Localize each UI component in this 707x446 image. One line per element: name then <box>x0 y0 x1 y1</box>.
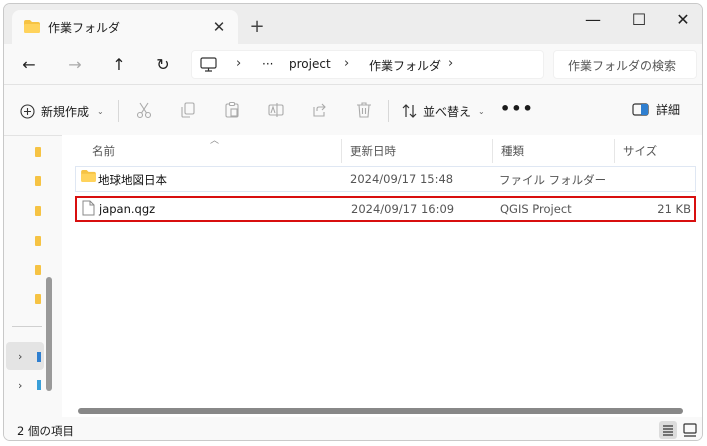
new-button[interactable]: 新規作成 ⌄ <box>20 100 104 122</box>
details-pane-icon <box>632 103 649 116</box>
chevron-down-icon: ⌄ <box>478 106 485 116</box>
search-box[interactable]: 作業フォルダの検索 <box>553 50 697 79</box>
nav-folder-icon[interactable] <box>35 206 41 216</box>
expand-chevron-icon[interactable]: › <box>18 379 22 392</box>
sort-button[interactable]: 並べ替え ⌄ <box>402 100 485 122</box>
tab-title: 作業フォルダ <box>48 21 121 35</box>
file-size: 21 KB <box>657 202 691 216</box>
file-type: QGIS Project <box>500 202 572 216</box>
forward-button[interactable]: → <box>62 52 88 78</box>
breadcrumb-separator[interactable]: › <box>448 56 453 71</box>
up-button[interactable]: ↑ <box>106 52 132 78</box>
rename-icon[interactable] <box>267 101 285 119</box>
navigation-pane: › › <box>4 137 60 417</box>
sort-icon <box>402 104 417 118</box>
new-tab-button[interactable]: + <box>244 14 270 40</box>
search-placeholder: 作業フォルダの検索 <box>568 59 677 73</box>
nav-folder-icon[interactable] <box>35 294 41 304</box>
back-button[interactable]: ← <box>16 52 42 78</box>
chevron-down-icon: ⌄ <box>97 106 104 116</box>
breadcrumb-project[interactable]: project <box>289 57 331 71</box>
sort-indicator-icon: ︿ <box>210 136 220 146</box>
paste-icon[interactable] <box>223 101 241 119</box>
column-divider[interactable] <box>614 139 615 163</box>
breadcrumb-overflow[interactable]: ··· <box>262 57 273 71</box>
details-view-icon[interactable] <box>659 421 677 439</box>
column-header-size[interactable]: サイズ <box>623 143 657 159</box>
folder-icon <box>81 170 96 182</box>
nav-network-icon[interactable] <box>37 380 41 390</box>
details-pane-button[interactable]: 詳細 <box>632 101 680 118</box>
breadcrumb-separator[interactable]: › <box>236 56 241 71</box>
command-bar: 新規作成 ⌄ 並べ替え ⌄ ••• 詳細 <box>4 85 702 135</box>
file-date: 2024/09/17 16:09 <box>351 202 455 216</box>
file-date: 2024/09/17 15:48 <box>350 172 454 186</box>
new-button-label: 新規作成 <box>41 104 90 119</box>
tab-working-folder[interactable]: 作業フォルダ ✕ <box>12 10 238 44</box>
nav-folder-icon[interactable] <box>35 176 41 186</box>
horizontal-scrollbar[interactable] <box>78 408 683 414</box>
file-icon <box>82 200 95 216</box>
details-label: 詳細 <box>656 103 681 117</box>
plus-circle-icon <box>20 103 35 119</box>
copy-icon[interactable] <box>179 101 197 119</box>
column-header-name[interactable]: 名前 <box>92 143 115 159</box>
file-list: ︿ 名前 更新日時 種類 サイズ 地球地図日本 2024/09/17 15:48… <box>62 135 702 417</box>
nav-folder-icon[interactable] <box>35 265 41 275</box>
status-bar: 2 個の項目 <box>4 417 702 440</box>
large-icons-view-icon[interactable] <box>681 421 699 439</box>
nav-folder-icon[interactable] <box>35 147 41 157</box>
nav-pc-icon[interactable] <box>37 352 41 362</box>
more-options-button[interactable]: ••• <box>500 99 534 118</box>
column-header-date[interactable]: 更新日時 <box>350 143 396 159</box>
title-bar: 作業フォルダ ✕ + — ☐ ✕ <box>4 4 702 44</box>
refresh-button[interactable]: ↻ <box>150 52 176 78</box>
address-bar[interactable]: › ··· project › 作業フォルダ › <box>191 50 544 79</box>
tab-close-button[interactable]: ✕ <box>206 14 232 40</box>
file-type: ファイル フォルダー <box>499 173 607 187</box>
minimize-button[interactable]: — <box>570 4 616 36</box>
folder-icon <box>24 20 40 33</box>
toolbar-separator <box>118 100 119 122</box>
delete-icon[interactable] <box>355 101 373 119</box>
nav-scrollbar[interactable] <box>46 277 52 391</box>
file-name: 地球地図日本 <box>98 173 167 187</box>
file-name: japan.qgz <box>99 202 156 216</box>
column-divider[interactable] <box>341 139 342 163</box>
column-header-type[interactable]: 種類 <box>501 143 524 159</box>
file-row-folder[interactable]: 地球地図日本 2024/09/17 15:48 ファイル フォルダー <box>75 166 696 192</box>
close-window-button[interactable]: ✕ <box>660 4 702 36</box>
toolbar-separator <box>388 100 389 122</box>
maximize-button[interactable]: ☐ <box>616 4 662 36</box>
sort-label: 並べ替え <box>423 104 472 119</box>
item-count: 2 個の項目 <box>17 424 74 438</box>
share-icon[interactable] <box>311 101 329 119</box>
breadcrumb-separator[interactable]: › <box>344 56 349 71</box>
file-row-qgz[interactable]: japan.qgz 2024/09/17 16:09 QGIS Project … <box>75 196 696 222</box>
this-pc-icon[interactable] <box>200 57 217 72</box>
navigation-bar: ← → ↑ ↻ › ··· project › 作業フォルダ › 作業フォルダの… <box>4 44 702 84</box>
file-explorer-window: 作業フォルダ ✕ + — ☐ ✕ ← → ↑ ↻ › ··· project ›… <box>3 3 703 441</box>
expand-chevron-icon[interactable]: › <box>18 350 22 363</box>
nav-separator <box>12 326 42 327</box>
breadcrumb-working-folder[interactable]: 作業フォルダ <box>369 57 441 74</box>
cut-icon[interactable] <box>135 101 153 119</box>
nav-folder-icon[interactable] <box>35 236 41 246</box>
column-divider[interactable] <box>492 139 493 163</box>
